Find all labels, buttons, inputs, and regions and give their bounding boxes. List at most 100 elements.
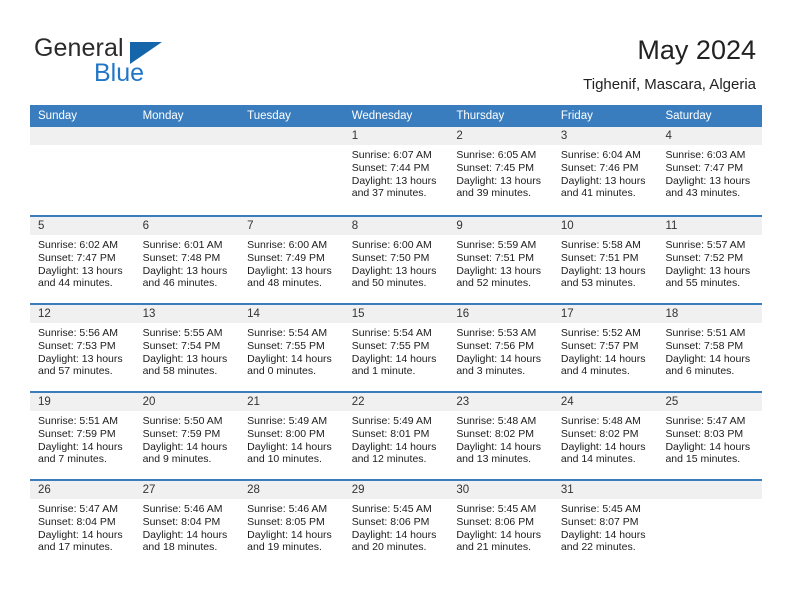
day-detail-line: Daylight: 14 hours [38,440,123,453]
day-details: Sunrise: 6:04 AM Sunset: 7:46 PM Daylight:… [553,145,658,200]
calendar-day-cell[interactable]: 4 Sunrise: 6:03 AM Sunset: 7:47 PM Daylight… [657,127,763,215]
day-detail-line: Sunrise: 5:49 AM [247,415,328,427]
day-detail-line: Sunrise: 6:01 AM [142,239,223,251]
day-detail-line: Sunrise: 5:51 AM [665,327,746,339]
calendar-day-cell[interactable]: 16 Sunrise: 5:53 AM Sunset: 7:56 PM Dayligh… [448,305,553,391]
calendar-day-cell[interactable]: 1 Sunrise: 6:07 AM Sunset: 7:44 PM Daylight… [343,127,449,215]
day-detail-line: Daylight: 13 hours [560,264,646,277]
calendar-day-cell[interactable]: 6 Sunrise: 6:01 AM Sunset: 7:48 PM Daylight… [134,217,240,303]
page-header: General Blue May 2024 Tighenif, Mascara,… [0,0,792,104]
day-number [30,127,135,145]
day-details: Sunrise: 6:02 AM Sunset: 7:47 PM Daylight:… [30,235,135,290]
day-number: 24 [552,393,658,411]
calendar-day-cell[interactable]: 19 Sunrise: 5:51 AM Sunset: 7:59 PM Dayligh… [30,393,135,479]
day-detail-line: and 1 minute. [351,365,416,378]
calendar-day-cell[interactable]: 31 Sunrise: 5:45 AM Sunset: 8:07 PM Dayligh… [552,481,658,567]
calendar-day-cell[interactable]: 8 Sunrise: 6:00 AM Sunset: 7:50 PM Daylight… [343,217,449,303]
day-number: 6 [134,217,240,235]
day-details: Sunrise: 5:50 AM Sunset: 7:59 PM Daylight:… [135,411,240,466]
day-details [657,499,762,503]
calendar-day-cell[interactable]: 12 Sunrise: 5:56 AM Sunset: 7:53 PM Dayligh… [30,305,135,391]
calendar-day-cell[interactable]: 26 Sunrise: 5:47 AM Sunset: 8:04 PM Dayligh… [30,481,135,567]
day-detail-line: Sunrise: 5:45 AM [456,503,537,515]
calendar-day-cell[interactable]: 25 Sunrise: 5:47 AM Sunset: 8:03 PM Dayligh… [657,393,763,479]
calendar-week-row: 26 Sunrise: 5:47 AM Sunset: 8:04 PM Dayligh… [30,479,763,567]
weekday-header-row: Sunday Monday Tuesday Wednesday Thursday Frid… [30,105,762,127]
calendar-day-cell[interactable]: 3 Sunrise: 6:04 AM Sunset: 7:46 PM Daylight… [552,127,658,215]
calendar-day-cell[interactable]: 5 Sunrise: 6:02 AM Sunset: 7:47 PM Daylight… [30,217,135,303]
calendar-day-cell[interactable]: 7 Sunrise: 6:00 AM Sunset: 7:49 PM Daylight… [239,217,344,303]
day-detail-line: Sunrise: 6:00 AM [247,239,328,251]
calendar-day-cell-empty [134,127,240,215]
day-detail-line: and 10 minutes. [247,453,322,466]
calendar-day-cell[interactable]: 28 Sunrise: 5:46 AM Sunset: 8:05 PM Dayligh… [239,481,344,567]
day-detail-line: and 39 minutes. [456,187,532,200]
calendar-day-cell[interactable]: 17 Sunrise: 5:52 AM Sunset: 7:57 PM Dayligh… [552,305,658,391]
day-detail-line: and 6 minutes. [665,365,735,378]
day-number: 29 [343,481,449,499]
day-detail-line: and 17 minutes. [38,541,113,554]
day-details [135,145,240,149]
day-detail-line: Sunset: 8:02 PM [456,427,534,440]
day-detail-line: Sunrise: 6:03 AM [665,149,746,161]
calendar-day-cell[interactable]: 23 Sunrise: 5:48 AM Sunset: 8:02 PM Dayligh… [448,393,553,479]
day-detail-line: Sunrise: 5:52 AM [560,327,641,339]
day-number: 12 [30,305,135,323]
day-detail-line: and 3 minutes. [456,365,526,378]
day-details: Sunrise: 5:52 AM Sunset: 7:57 PM Daylight:… [553,323,658,378]
day-details: Sunrise: 5:51 AM Sunset: 7:59 PM Daylight:… [30,411,135,466]
calendar-day-cell[interactable]: 9 Sunrise: 5:59 AM Sunset: 7:51 PM Daylight… [448,217,553,303]
calendar-day-cell[interactable]: 20 Sunrise: 5:50 AM Sunset: 7:59 PM Dayligh… [134,393,240,479]
weekday-header-saturday: Saturday [665,110,712,122]
calendar-day-cell[interactable]: 18 Sunrise: 5:51 AM Sunset: 7:58 PM Dayligh… [657,305,763,391]
day-detail-line: Sunset: 7:51 PM [456,251,534,264]
day-detail-line: Sunset: 7:51 PM [560,251,639,264]
weekday-header-thursday: Thursday [456,110,505,122]
calendar-day-cell[interactable]: 10 Sunrise: 5:58 AM Sunset: 7:51 PM Dayligh… [552,217,658,303]
calendar-day-cell[interactable]: 27 Sunrise: 5:46 AM Sunset: 8:04 PM Dayligh… [134,481,240,567]
day-detail-line: Sunrise: 5:51 AM [38,415,118,427]
day-detail-line: Sunrise: 5:45 AM [560,503,641,515]
day-detail-line: and 13 minutes. [456,453,532,466]
day-detail-line: Sunrise: 6:05 AM [456,149,537,161]
calendar-week-row: 1 Sunrise: 6:07 AM Sunset: 7:44 PM Daylight… [30,127,763,215]
day-details: Sunrise: 5:48 AM Sunset: 8:02 PM Daylight:… [448,411,553,466]
day-detail-line: Sunrise: 5:47 AM [38,503,118,515]
day-detail-line: Daylight: 13 hours [247,264,332,277]
day-detail-line: and 53 minutes. [560,277,636,290]
day-details: Sunrise: 5:55 AM Sunset: 7:54 PM Daylight:… [135,323,240,378]
calendar-day-cell[interactable]: 13 Sunrise: 5:55 AM Sunset: 7:54 PM Dayligh… [134,305,240,391]
day-details: Sunrise: 5:47 AM Sunset: 8:03 PM Daylight:… [657,411,762,466]
calendar-day-cell[interactable]: 14 Sunrise: 5:54 AM Sunset: 7:55 PM Dayligh… [239,305,344,391]
calendar-day-cell[interactable]: 2 Sunrise: 6:05 AM Sunset: 7:45 PM Daylight… [448,127,553,215]
day-detail-line: Sunset: 7:59 PM [38,427,116,440]
weekday-header-sunday: Sunday [38,110,78,122]
day-detail-line: Sunset: 7:59 PM [142,427,221,440]
calendar-day-cell[interactable]: 30 Sunrise: 5:45 AM Sunset: 8:06 PM Dayligh… [448,481,553,567]
day-details [30,145,135,149]
calendar-day-cell[interactable]: 22 Sunrise: 5:49 AM Sunset: 8:01 PM Dayligh… [343,393,449,479]
day-number: 19 [30,393,135,411]
day-detail-line: Sunrise: 5:49 AM [351,415,432,427]
day-detail-line: Sunrise: 5:55 AM [142,327,223,339]
day-detail-line: Sunset: 8:05 PM [247,515,325,528]
day-detail-line: Sunset: 7:53 PM [38,339,116,352]
day-number [239,127,344,145]
day-detail-line: Sunset: 8:01 PM [351,427,430,440]
day-detail-line: and 15 minutes. [665,453,741,466]
calendar-day-cell[interactable]: 11 Sunrise: 5:57 AM Sunset: 7:52 PM Dayligh… [657,217,763,303]
day-details: Sunrise: 5:49 AM Sunset: 8:01 PM Daylight:… [344,411,449,466]
day-details: Sunrise: 5:47 AM Sunset: 8:04 PM Daylight:… [30,499,135,554]
day-detail-line: Daylight: 14 hours [247,440,332,453]
day-number: 7 [239,217,344,235]
day-detail-line: Sunset: 8:04 PM [38,515,116,528]
calendar-day-cell[interactable]: 24 Sunrise: 5:48 AM Sunset: 8:02 PM Dayligh… [552,393,658,479]
day-number: 18 [657,305,763,323]
day-detail-line: and 41 minutes. [560,187,636,200]
calendar-day-cell[interactable]: 21 Sunrise: 5:49 AM Sunset: 8:00 PM Dayligh… [239,393,344,479]
day-detail-line: and 57 minutes. [38,365,113,378]
calendar-day-cell[interactable]: 15 Sunrise: 5:54 AM Sunset: 7:55 PM Dayligh… [343,305,449,391]
calendar-day-cell[interactable]: 29 Sunrise: 5:45 AM Sunset: 8:06 PM Dayligh… [343,481,449,567]
logo[interactable]: General Blue [34,34,254,90]
day-detail-line: Sunrise: 5:48 AM [456,415,537,427]
